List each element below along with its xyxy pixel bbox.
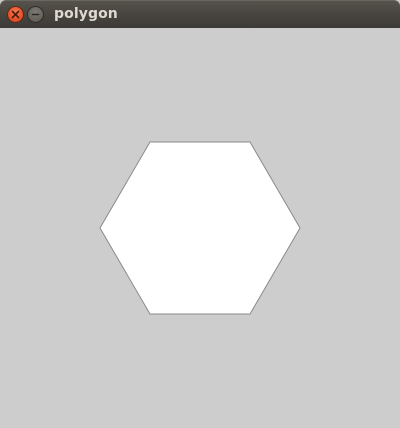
close-icon [11, 10, 20, 19]
minimize-icon [31, 13, 40, 16]
title-bar[interactable]: polygon [0, 0, 400, 28]
window-title: polygon [54, 6, 118, 22]
hexagon-shape [99, 141, 301, 315]
drawing-canvas [0, 28, 400, 428]
close-button[interactable] [7, 6, 24, 23]
minimize-button[interactable] [27, 6, 44, 23]
app-window: polygon [0, 0, 400, 428]
canvas-svg [99, 141, 301, 315]
